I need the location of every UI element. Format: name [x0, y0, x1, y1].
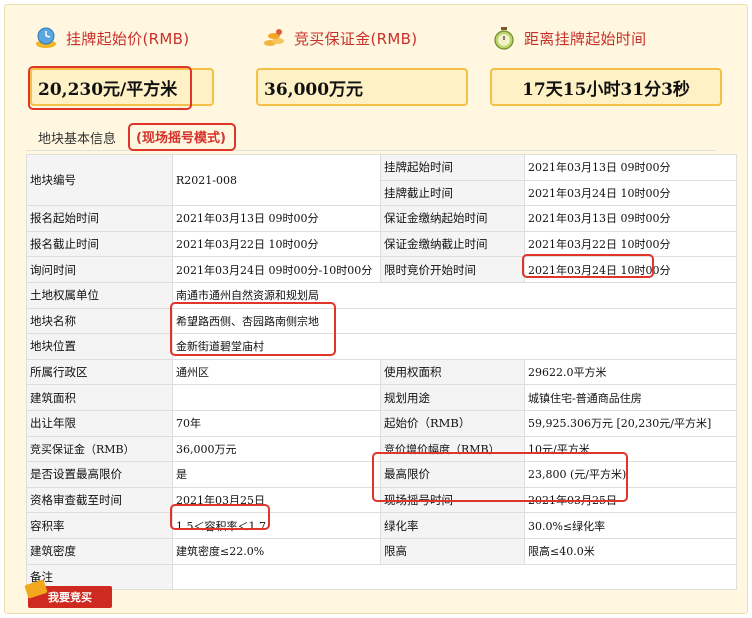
table-cell: 竞买保证金（RMB） — [26, 435, 173, 463]
countdown-value: 17天15小时31分3秒 — [490, 68, 722, 106]
land-info-table: 地块编号 R2021-008 挂牌起始时间 2021年03月13日 09时00分… — [26, 153, 737, 591]
tab-basic-info[interactable]: 地块基本信息 — [38, 128, 116, 147]
table-cell: 容积率 — [26, 512, 173, 539]
countdown-header: 距离挂牌起始时间 — [492, 27, 647, 50]
table-cell: 2021年03月24日 09时00分-10时00分 — [172, 256, 381, 283]
tab-underline — [26, 122, 716, 151]
table-cell — [172, 384, 381, 411]
table-cell: 挂牌截止时间 — [380, 179, 525, 207]
table-row: 资格审查截至时间 2021年03月25日 现场摇号时间 2021年03月25日 — [26, 486, 737, 514]
table-cell: 限高≤40.0米 — [524, 537, 737, 565]
table-cell: 限高 — [380, 537, 525, 565]
table-cell: 地块名称 — [26, 307, 173, 335]
table-row: 报名截止时间 2021年03月22日 10时00分 保证金缴纳截止时间 2021… — [26, 230, 737, 258]
table-cell: 绿化率 — [380, 512, 525, 539]
table-row: 竞买保证金（RMB） 36,000万元 竞价增价幅度（RMB） 10元/平方米 — [26, 435, 737, 463]
table-cell: 建筑密度 — [26, 537, 173, 565]
table-cell: 2021年03月22日 10时00分 — [172, 230, 381, 258]
table-row: 地块名称 希望路西侧、杏园路南侧宗地 — [26, 307, 737, 335]
table-row: 地块编号 R2021-008 挂牌起始时间 2021年03月13日 09时00分 — [26, 153, 737, 207]
timer-icon — [494, 27, 514, 50]
table-cell: 询问时间 — [26, 256, 173, 283]
table-cell: 2021年03月13日 09时00分 — [172, 205, 381, 232]
table-cell: 70年 — [172, 409, 381, 437]
table-cell: 2021年03月25日 — [172, 486, 381, 514]
table-cell: 地块位置 — [26, 333, 173, 360]
table-cell: 所属行政区 — [26, 358, 173, 386]
table-cell: 资格审查截至时间 — [26, 486, 173, 514]
table-row: 备注 — [26, 563, 737, 591]
table-cell — [172, 563, 737, 591]
deposit-value: 36,000万元 — [256, 68, 468, 106]
table-row: 询问时间 2021年03月24日 09时00分-10时00分 限时竞价开始时间 … — [26, 256, 737, 283]
table-row: 建筑面积 规划用途 城镇住宅-普通商品住房 — [26, 384, 737, 411]
auction-mode-label: (现场摇号模式) — [136, 131, 226, 146]
table-cell: 挂牌起始时间 — [380, 154, 525, 181]
table-cell: 南通市通州自然资源和规划局 — [172, 281, 737, 309]
table-row: 出让年限 70年 起始价（RMB） 59,925.306万元 [20,230元/… — [26, 409, 737, 437]
table-cell: 出让年限 — [26, 409, 173, 437]
table-cell: 地块编号 — [26, 153, 173, 207]
table-cell: 2021年03月25日 — [524, 486, 737, 514]
start-price-label: 挂牌起始价(RMB) — [66, 29, 190, 48]
table-cell: 59,925.306万元 [20,230元/平方米] — [524, 409, 737, 437]
table-cell: 建筑面积 — [26, 384, 173, 411]
start-price-value: 20,230元/平方米 — [30, 68, 214, 106]
table-cell: 2021年03月24日 10时00分 — [524, 256, 737, 283]
table-cell: 29622.0平方米 — [524, 358, 737, 386]
table-cell: 2021年03月24日 10时00分 — [524, 179, 737, 207]
table-cell: 土地权属单位 — [26, 281, 173, 309]
table-cell: 报名起始时间 — [26, 205, 173, 232]
table-cell: 现场摇号时间 — [380, 486, 525, 514]
deposit-header: 竞买保证金(RMB) — [262, 28, 417, 48]
table-cell: 2021年03月13日 09时00分 — [524, 154, 737, 181]
table-cell: 报名截止时间 — [26, 230, 173, 258]
table-cell: 通州区 — [172, 358, 381, 386]
table-cell: 限时竞价开始时间 — [380, 256, 525, 283]
table-cell: R2021-008 — [172, 153, 381, 207]
bid-button-label: 我要竞买 — [48, 591, 92, 604]
table-cell: 最高限价 — [380, 461, 525, 488]
money-clock-icon — [36, 27, 56, 48]
table-cell: 2021年03月22日 10时00分 — [524, 230, 737, 258]
table-row: 容积率 1.5＜容积率＜1.7 绿化率 30.0%≤绿化率 — [26, 512, 737, 539]
table-cell: 使用权面积 — [380, 358, 525, 386]
table-cell: 竞价增价幅度（RMB） — [380, 435, 525, 463]
table-row: 土地权属单位 南通市通州自然资源和规划局 — [26, 281, 737, 309]
table-row: 建筑密度 建筑密度≤22.0% 限高 限高≤40.0米 — [26, 537, 737, 565]
table-cell: 36,000万元 — [172, 435, 381, 463]
table-cell: 保证金缴纳起始时间 — [380, 205, 525, 232]
table-row: 所属行政区 通州区 使用权面积 29622.0平方米 — [26, 358, 737, 386]
table-cell: 10元/平方米 — [524, 435, 737, 463]
table-cell: 建筑密度≤22.0% — [172, 537, 381, 565]
start-price-header: 挂牌起始价(RMB) — [34, 27, 190, 48]
table-cell: 是 — [172, 461, 381, 488]
table-cell: 希望路西侧、杏园路南侧宗地 — [172, 307, 737, 335]
table-cell: 是否设置最高限价 — [26, 461, 173, 488]
table-cell: 规划用途 — [380, 384, 525, 411]
table-row: 是否设置最高限价 是 最高限价 23,800 (元/平方米) — [26, 461, 737, 488]
table-cell: 30.0%≤绿化率 — [524, 512, 737, 539]
deposit-label: 竞买保证金(RMB) — [294, 29, 418, 48]
table-cell: 保证金缴纳截止时间 — [380, 230, 525, 258]
table-row: 报名起始时间 2021年03月13日 09时00分 保证金缴纳起始时间 2021… — [26, 205, 737, 232]
table-cell: 城镇住宅-普通商品住房 — [524, 384, 737, 411]
table-cell: 2021年03月13日 09时00分 — [524, 205, 737, 232]
table-cell: 1.5＜容积率＜1.7 — [172, 512, 381, 539]
table-cell: 23,800 (元/平方米) — [524, 461, 737, 488]
table-row: 地块位置 金新街道碧堂庙村 — [26, 333, 737, 360]
table-cell: 金新街道碧堂庙村 — [172, 333, 737, 360]
gold-coins-icon — [264, 29, 284, 46]
countdown-label: 距离挂牌起始时间 — [524, 29, 647, 48]
table-cell: 起始价（RMB） — [380, 409, 525, 437]
